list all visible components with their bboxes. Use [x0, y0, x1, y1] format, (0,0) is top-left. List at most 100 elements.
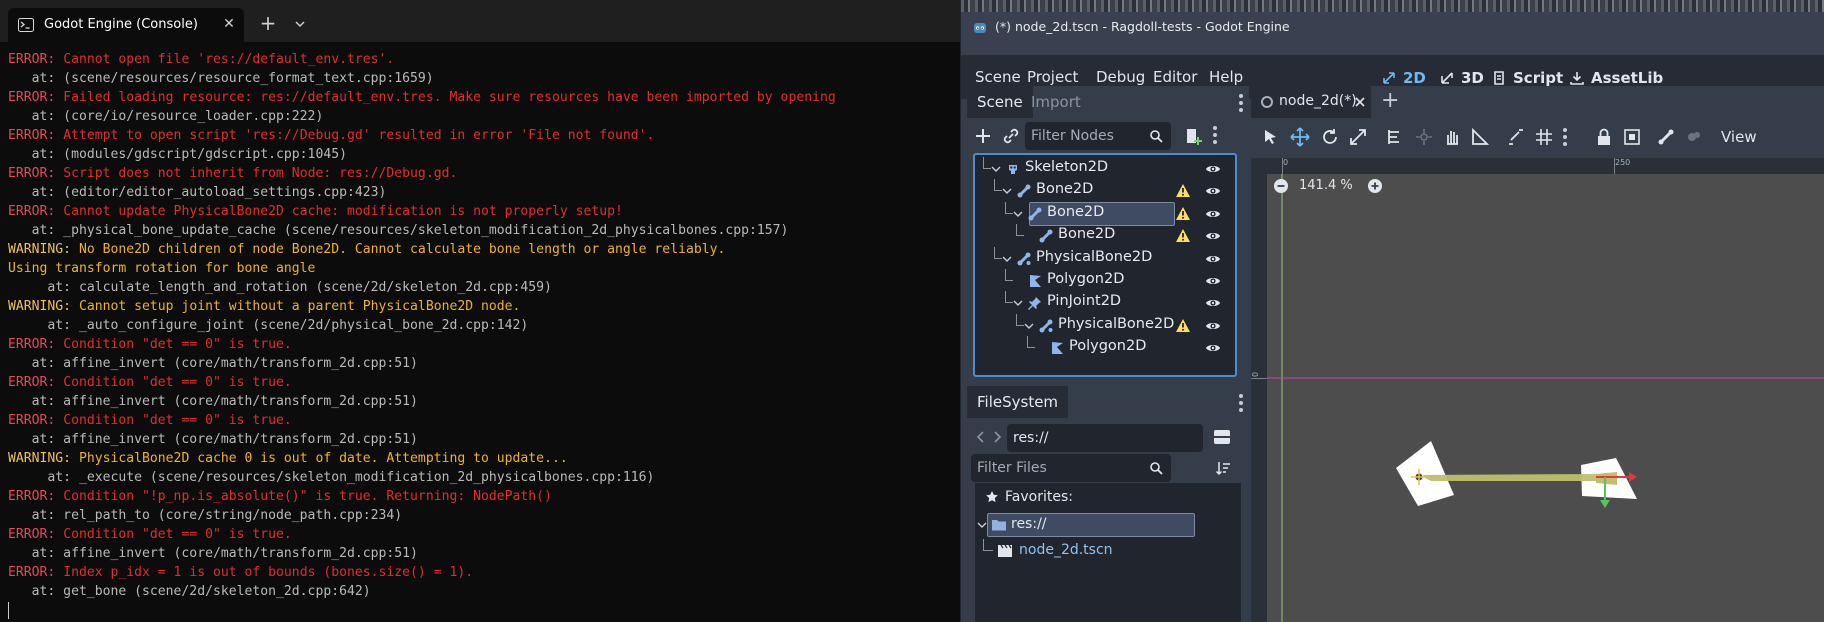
list-select-icon[interactable] [1385, 126, 1409, 150]
pivot-icon[interactable] [1413, 126, 1437, 150]
folder-icon [991, 518, 1007, 531]
smart-snap-icon[interactable] [1505, 126, 1529, 150]
visibility-eye-icon[interactable] [1205, 229, 1221, 243]
chevron-down-icon[interactable] [290, 14, 310, 34]
new-tab-button[interactable]: + [256, 12, 280, 36]
visibility-eye-icon[interactable] [1205, 319, 1221, 333]
pan-mode-icon[interactable] [1441, 126, 1465, 150]
filesystem-menu-icon[interactable] [1239, 394, 1243, 412]
file-node2d-row[interactable]: node_2d.tscn [977, 539, 1239, 563]
visibility-eye-icon[interactable] [1205, 207, 1221, 221]
physical-bone-icon [1016, 251, 1032, 267]
add-node-icon[interactable] [971, 124, 995, 148]
sort-icon[interactable] [1215, 460, 1231, 476]
chevron-down-icon[interactable] [1024, 321, 1034, 331]
error-label: ERROR: [8, 375, 56, 390]
warning-icon[interactable] [1175, 228, 1191, 243]
scene-node-row[interactable]: Polygon2D [975, 336, 1235, 360]
window-titlebar: (*) node_2d.tscn - Ragdoll-tests - Godot… [961, 0, 1824, 55]
scene-tab[interactable]: node_2d(*) [1251, 86, 1371, 118]
filter-nodes-placeholder: Filter Nodes [1031, 128, 1114, 144]
file-node2d-label: node_2d.tscn [1019, 542, 1113, 558]
particles-icon[interactable] [1683, 126, 1707, 150]
error-label: ERROR: [8, 337, 56, 352]
console-location: at: (scene/resources/resource_format_tex… [8, 71, 434, 86]
path-field[interactable]: res:// [1007, 424, 1203, 452]
back-arrow-icon[interactable] [975, 430, 987, 444]
warning-icon[interactable] [1175, 183, 1191, 198]
chevron-down-icon[interactable] [1013, 298, 1023, 308]
text-cursor [8, 602, 9, 619]
tree-guide [1016, 313, 1024, 326]
console-line: ERROR: Condition "det == 0" is true. [8, 525, 960, 544]
scene-node-row[interactable]: Bone2D [975, 179, 1235, 203]
scene-node-row[interactable]: Polygon2D [975, 269, 1235, 293]
tab-filesystem[interactable]: FileSystem [967, 386, 1069, 418]
view-menu[interactable]: View [1721, 128, 1757, 146]
tab-import[interactable]: Import [1031, 86, 1081, 118]
instance-link-icon[interactable] [999, 124, 1023, 148]
visibility-eye-icon[interactable] [1205, 341, 1221, 355]
lock-icon[interactable] [1593, 126, 1617, 150]
chevron-down-icon[interactable] [1013, 209, 1023, 219]
error-label: ERROR: [8, 527, 56, 542]
zoom-out-icon[interactable] [1273, 178, 1289, 194]
forward-arrow-icon[interactable] [991, 430, 1003, 444]
skeleton-options-icon[interactable] [1655, 126, 1679, 150]
visibility-eye-icon[interactable] [1205, 296, 1221, 310]
snap-options-icon[interactable] [1563, 128, 1567, 146]
scene-node-row[interactable]: PinJoint2D [975, 291, 1235, 315]
filter-files-placeholder: Filter Files [977, 460, 1047, 476]
select-mode-icon[interactable] [1259, 126, 1283, 150]
visibility-eye-icon[interactable] [1205, 162, 1221, 176]
warning-icon[interactable] [1175, 318, 1191, 333]
scene-node-row[interactable]: Bone2D [975, 201, 1235, 226]
close-tab-icon[interactable]: ✕ [220, 14, 238, 34]
scale-mode-icon[interactable] [1347, 126, 1371, 150]
canvas-viewport[interactable]: 0 250 0 141.4 % [1251, 158, 1824, 622]
scene-node-row[interactable]: Bone2D [975, 224, 1235, 248]
grid-snap-icon[interactable] [1533, 126, 1557, 150]
tree-guide [1005, 291, 1013, 304]
scene-tree[interactable]: Skeleton2D Bone2D Bone2D Bone2D PhysicalBone… [973, 153, 1237, 377]
rotate-mode-icon[interactable] [1319, 126, 1343, 150]
filter-nodes-input[interactable]: Filter Nodes [1025, 122, 1171, 150]
terminal-window: Godot Engine (Console) ✕ + ERROR: Cannot… [0, 0, 960, 622]
scene-node-row[interactable]: PhysicalBone2D [975, 313, 1235, 338]
filter-files-input[interactable]: Filter Files [971, 454, 1171, 482]
close-icon[interactable] [1355, 97, 1365, 107]
move-mode-icon[interactable] [1289, 126, 1313, 150]
warning-icon[interactable] [1175, 206, 1191, 221]
console-line: ERROR: Index p_idx = 1 is out of bounds … [8, 563, 960, 582]
add-scene-tab-button[interactable]: + [1381, 88, 1399, 113]
main-editor-area: node_2d(*) + View 0 250 0 141.4 % [1251, 86, 1824, 622]
tree-guide [994, 179, 1002, 192]
visibility-eye-icon[interactable] [1205, 274, 1221, 288]
warning-label: WARNING: [8, 451, 72, 466]
scene-node-row[interactable]: Skeleton2D [975, 157, 1235, 181]
tab-scene[interactable]: Scene [967, 86, 1033, 118]
console-line: at: affine_invert (core/math/transform_2… [8, 544, 960, 563]
chevron-down-icon[interactable] [991, 164, 1001, 174]
zoom-level[interactable]: 141.4 % [1299, 178, 1353, 193]
attach-script-icon[interactable] [1181, 124, 1205, 148]
group-icon[interactable] [1621, 126, 1645, 150]
visibility-eye-icon[interactable] [1205, 184, 1221, 198]
zoom-in-icon[interactable] [1367, 178, 1383, 194]
console-location: at: affine_invert (core/math/transform_2… [8, 394, 418, 409]
scene-node-row[interactable]: PhysicalBone2D [975, 246, 1235, 271]
ruler-mode-icon[interactable] [1469, 126, 1493, 150]
console-location: at: (core/io/resource_loader.cpp:222) [8, 109, 324, 124]
folder-res-row[interactable]: res:// [977, 513, 1239, 537]
chevron-down-icon[interactable] [977, 521, 987, 529]
dock-menu-icon[interactable] [1239, 94, 1243, 112]
console-message: Index p_idx = 1 is out of bounds (bones.… [55, 565, 474, 580]
terminal-tab[interactable]: Godot Engine (Console) ✕ [8, 8, 244, 42]
split-view-icon[interactable] [1213, 428, 1231, 446]
chevron-down-icon[interactable] [1002, 186, 1012, 196]
scene-node-label: PhysicalBone2D [1058, 315, 1175, 332]
scene-options-icon[interactable] [1213, 126, 1217, 144]
scene-node-label: PinJoint2D [1047, 293, 1122, 310]
visibility-eye-icon[interactable] [1205, 252, 1221, 266]
chevron-down-icon[interactable] [1002, 254, 1012, 264]
